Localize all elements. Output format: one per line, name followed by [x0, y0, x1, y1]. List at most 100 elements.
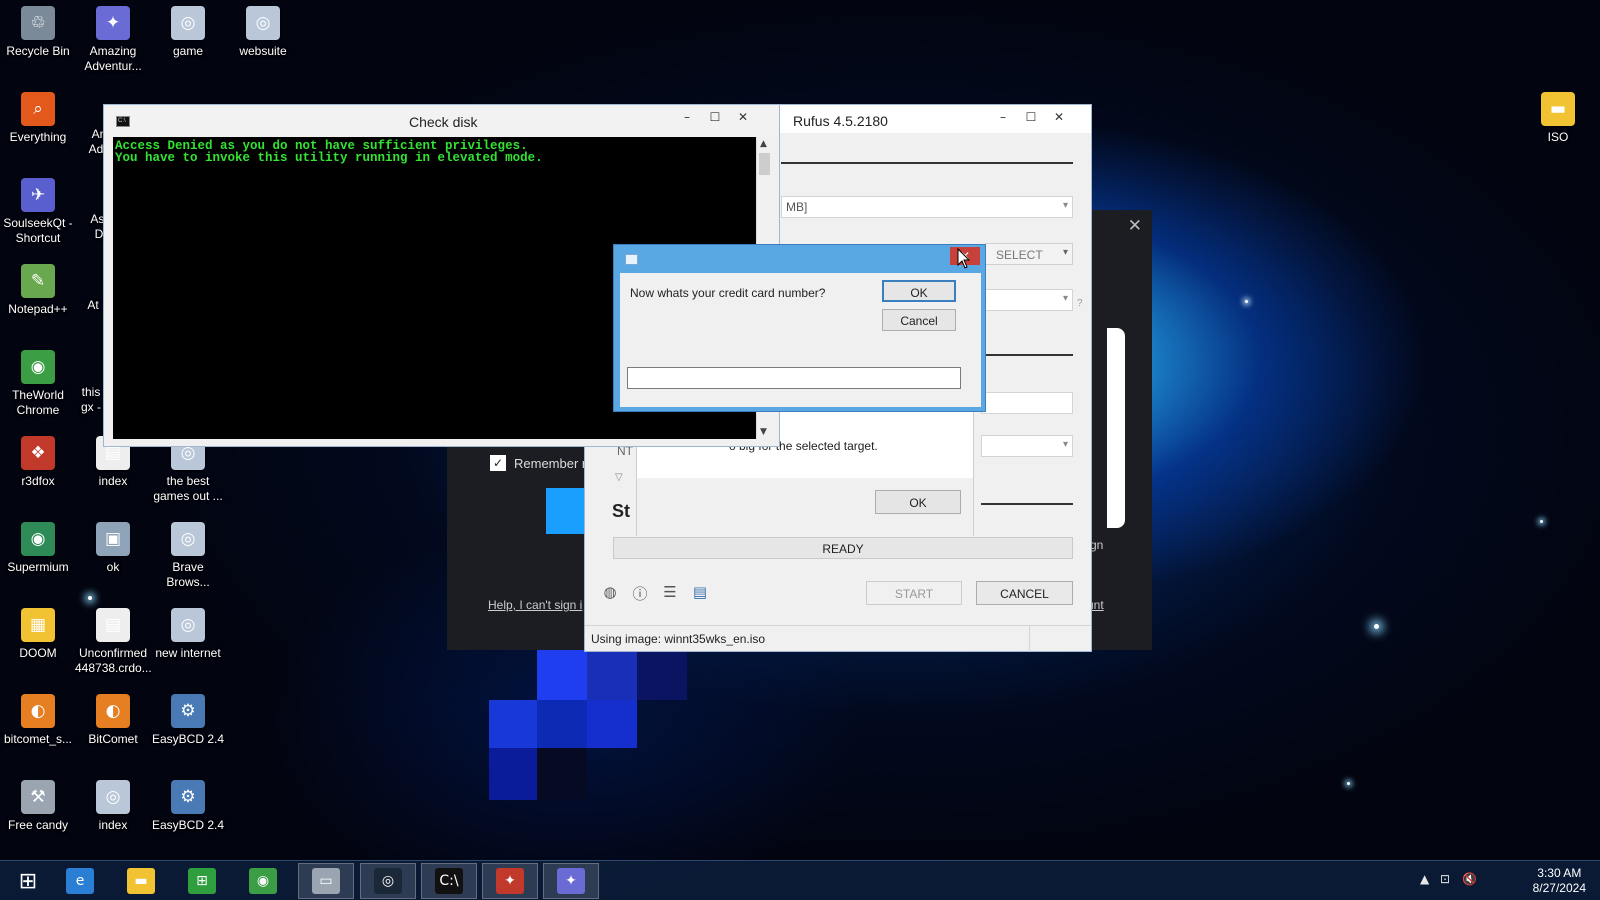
- scroll-down-icon[interactable]: ▼: [760, 427, 767, 437]
- desktop-icon[interactable]: ▦ DOOM: [0, 608, 76, 661]
- taskbar-rufus[interactable]: ▭: [298, 863, 354, 899]
- log-icon[interactable]: ▤: [691, 583, 709, 601]
- web-shortcut-icon: ◎: [171, 608, 205, 642]
- desktop-icon-label: DOOM: [19, 646, 57, 660]
- desktop-icon[interactable]: ✦ Amazing Adventur...: [75, 6, 151, 74]
- start-label: START: [894, 587, 934, 601]
- desktop-icon[interactable]: ▣ ok: [75, 522, 151, 575]
- globe-icon[interactable]: ◍: [601, 583, 619, 601]
- help-icon[interactable]: ?: [1077, 298, 1083, 309]
- close-icon[interactable]: ✕: [1045, 107, 1073, 127]
- web-shortcut-icon: ◎: [96, 780, 130, 814]
- remember-me-option[interactable]: ✓ Remember m: [490, 455, 593, 471]
- desktop-icon[interactable]: ◎ Brave Brows...: [150, 522, 226, 590]
- prompt-cancel-label: Cancel: [900, 314, 938, 328]
- taskbar-app-colorful[interactable]: ✦: [482, 863, 538, 899]
- desktop-icon-label: index: [98, 474, 128, 488]
- checkbox-checked-icon[interactable]: ✓: [490, 455, 506, 471]
- browser-icon: ◉: [249, 868, 277, 894]
- desktop-icon-label: this gx -: [80, 385, 101, 414]
- desktop-icon[interactable]: ▤ Unconfirmed 448738.crdo...: [75, 608, 152, 676]
- settings-sliders-icon[interactable]: ☰: [661, 583, 679, 601]
- desktop-icon[interactable]: ◎ websuite: [225, 6, 301, 59]
- desktop-icon[interactable]: ⌕ Everything: [0, 92, 76, 145]
- desktop-icon-label: Amazing Adventur...: [84, 44, 142, 73]
- prompt-ok-button[interactable]: OK: [882, 280, 956, 302]
- maximize-icon[interactable]: ☐: [1017, 107, 1045, 127]
- desktop-icon-label: EasyBCD 2.4: [151, 818, 225, 832]
- chevron-down-icon: ▾: [1062, 439, 1068, 450]
- chevron-down-icon[interactable]: ▽: [615, 472, 623, 483]
- help-link[interactable]: Help, I can't sign i: [488, 598, 582, 612]
- section-divider: [781, 162, 1073, 164]
- desktop-icon[interactable]: ◉ TheWorld Chrome: [0, 350, 76, 418]
- desktop-icon-partial[interactable]: this gx -: [78, 385, 104, 415]
- prompt-titlebar[interactable]: ✕: [614, 245, 985, 273]
- status-text: READY: [822, 542, 864, 556]
- folder-icon: ▬: [127, 868, 155, 894]
- taskbar-browser[interactable]: ◉: [235, 863, 291, 899]
- taskbar-command-prompt[interactable]: C:\: [421, 863, 477, 899]
- scroll-up-icon[interactable]: ▲: [760, 139, 767, 149]
- desktop-icon[interactable]: ◐ bitcomet_s...: [0, 694, 76, 747]
- folder-icon: ▬: [1541, 92, 1575, 126]
- taskbar-file-explorer[interactable]: ▬: [113, 863, 169, 899]
- desktop-icon[interactable]: ✈ SoulseekQt - Shortcut: [0, 178, 76, 246]
- desktop-icon-label: index: [98, 818, 128, 832]
- desktop-icon[interactable]: ♲ Recycle Bin: [0, 6, 76, 59]
- prompt-ok-label: OK: [910, 286, 928, 300]
- remember-me-label: Remember m: [514, 455, 593, 471]
- minimize-icon[interactable]: –: [989, 107, 1017, 127]
- supermium-icon: ◉: [21, 522, 55, 556]
- desktop-icon[interactable]: ⚒ Free candy: [0, 780, 76, 833]
- close-icon[interactable]: ✕: [729, 107, 757, 127]
- r3dfox-icon: ❖: [21, 436, 55, 470]
- desktop-icon[interactable]: ▬ ISO: [1520, 92, 1596, 145]
- taskbar-steam[interactable]: ◎: [360, 863, 416, 899]
- credit-card-prompt-dialog: ✕ Now whats your credit card number? OK …: [613, 244, 986, 412]
- taskbar-store[interactable]: ⊞: [174, 863, 230, 899]
- web-shortcut-icon: ◎: [246, 6, 280, 40]
- show-hidden-icons-icon[interactable]: ▲: [1420, 872, 1429, 886]
- error-ok-button[interactable]: OK: [875, 490, 961, 514]
- taskbar: ⊞ e ▬ ⊞ ◉ ▭ ◎ C:\ ✦ ✦ ▲ ⊡ 🔇 3:30 AM 8/27/2024: [0, 860, 1600, 900]
- cluster-size-dropdown[interactable]: ▾: [981, 435, 1073, 457]
- scroll-thumb[interactable]: [759, 153, 770, 175]
- minimize-icon[interactable]: –: [673, 107, 701, 127]
- desktop-icon[interactable]: ◎ game: [150, 6, 226, 59]
- desktop-icon[interactable]: ◐ BitComet: [75, 694, 151, 747]
- desktop-icon-label: TheWorld Chrome: [12, 388, 64, 417]
- check-disk-titlebar[interactable]: C:\ Check disk – ☐ ✕: [104, 105, 779, 137]
- internet-explorer-icon: e: [66, 868, 94, 894]
- taskbar-app-faded[interactable]: ✦: [543, 863, 599, 899]
- desktop-icon[interactable]: ❖ r3dfox: [0, 436, 76, 489]
- close-icon[interactable]: ✕: [1128, 216, 1142, 236]
- volume-label-field[interactable]: [981, 392, 1073, 414]
- network-icon[interactable]: ⊡: [1440, 872, 1450, 886]
- desktop-icon-label: ISO: [1547, 130, 1569, 144]
- start-button[interactable]: START: [866, 581, 962, 605]
- taskbar-start-button[interactable]: ⊞: [0, 863, 56, 899]
- credit-card-input[interactable]: [627, 367, 961, 389]
- maximize-icon[interactable]: ☐: [701, 107, 729, 127]
- desktop-icon[interactable]: ◎ new internet: [150, 608, 226, 661]
- image-option-dropdown[interactable]: ▾: [981, 289, 1073, 311]
- desktop-icon[interactable]: ◎ index: [75, 780, 151, 833]
- taskbar-internet-explorer[interactable]: e: [52, 863, 108, 899]
- prompt-question: Now whats your credit card number?: [630, 286, 826, 300]
- volume-muted-icon[interactable]: 🔇: [1462, 872, 1477, 886]
- usb-drive-icon: ▭: [312, 868, 340, 894]
- chevron-down-icon[interactable]: ▾: [1063, 247, 1068, 258]
- clock[interactable]: 3:30 AM 8/27/2024: [1533, 866, 1586, 896]
- check-disk-title: Check disk: [409, 114, 478, 130]
- desktop-icon[interactable]: ⚙ EasyBCD 2.4: [150, 694, 226, 747]
- info-icon[interactable]: ⓘ: [631, 583, 649, 603]
- prompt-cancel-button[interactable]: Cancel: [882, 309, 956, 331]
- desktop-icon[interactable]: ◉ Supermium: [0, 522, 76, 575]
- desktop-icon[interactable]: ⚙ EasyBCD 2.4: [150, 780, 226, 833]
- desktop-icon[interactable]: ✎ Notepad++: [0, 264, 76, 317]
- desktop-icon-label: SoulseekQt - Shortcut: [3, 216, 73, 245]
- cancel-button[interactable]: CANCEL: [976, 581, 1073, 605]
- select-button[interactable]: SELECT ▾: [985, 243, 1073, 265]
- device-dropdown[interactable]: MB] ▾: [781, 196, 1073, 218]
